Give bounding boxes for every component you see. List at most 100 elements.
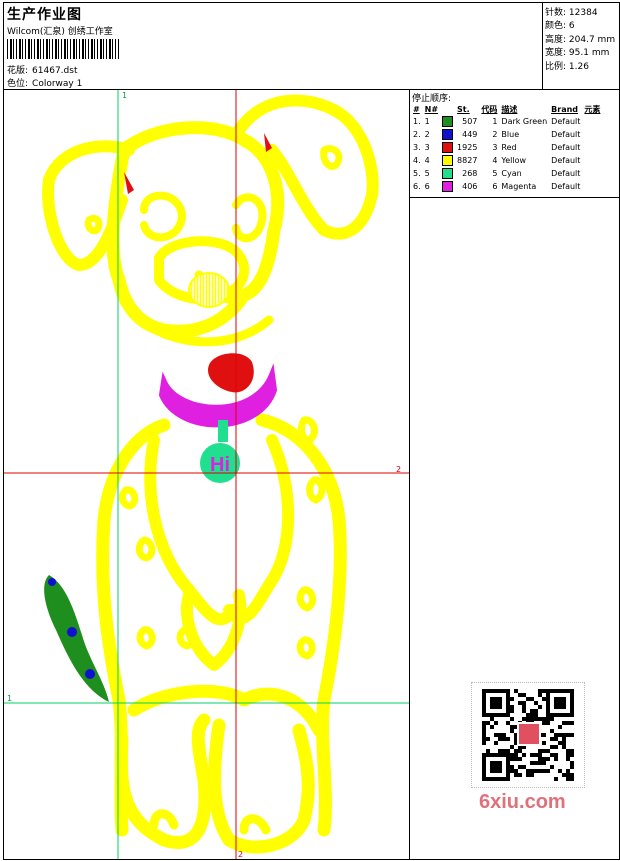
- row-description: Magenta: [501, 182, 537, 191]
- row-element: [582, 154, 602, 167]
- row-code: 3: [492, 143, 498, 152]
- stat-label: 颜色:: [545, 21, 567, 31]
- tail-spot: [85, 669, 95, 679]
- col-header: [440, 103, 455, 115]
- thread-color-swatch: [442, 168, 454, 179]
- row-stitches: 449: [462, 130, 478, 139]
- color-swatch: [440, 167, 455, 180]
- col-header: Brand: [551, 104, 579, 114]
- design-preview: Hi 1 1 2 2: [4, 90, 410, 859]
- tail-spot: [67, 627, 77, 637]
- col-header: 代码: [481, 104, 498, 114]
- stat-value: 95.1 mm: [568, 48, 610, 58]
- col-header: N#: [424, 104, 439, 114]
- row-stitches: 406: [462, 182, 478, 191]
- row-brand: Default: [551, 182, 581, 191]
- table-row: 2. 2 449 2 Blue Default: [411, 128, 602, 141]
- row-stitches: 268: [462, 169, 478, 178]
- stat-label: 比例:: [545, 62, 567, 72]
- thread-color-swatch: [442, 155, 454, 166]
- production-sheet: 生产作业图 Wilcom(汇泉) 创绣工作室 花版: 61467.dst 色位: C…: [3, 2, 620, 860]
- row-needle: 3: [424, 143, 430, 152]
- thread-color-swatch: [442, 181, 454, 192]
- header-info: 生产作业图 Wilcom(汇泉) 创绣工作室 花版: 61467.dst 色位: C…: [4, 3, 543, 89]
- design-file-row: 花版: 61467.dst: [7, 63, 81, 76]
- row-description: Yellow: [501, 156, 527, 165]
- ear-accent: [124, 172, 134, 194]
- row-brand: Default: [551, 169, 581, 178]
- collar-tag: Hi: [200, 420, 240, 483]
- stat-width: 宽度: 95.1 mm: [545, 45, 609, 58]
- row-index: 5.: [413, 169, 421, 178]
- row-element: [582, 115, 602, 128]
- thread-color-swatch: [442, 116, 454, 127]
- row-brand: Default: [551, 156, 581, 165]
- qr-code: [471, 682, 585, 788]
- row-description: Blue: [501, 130, 520, 139]
- row-needle: 4: [424, 156, 430, 165]
- colorway-label: 色位:: [7, 79, 29, 89]
- row-needle: 1: [424, 117, 430, 126]
- row-index: 4.: [413, 156, 421, 165]
- stat-value: 1.26: [568, 62, 589, 72]
- stat-value: 12384: [568, 8, 598, 18]
- row-brand: Default: [551, 117, 581, 126]
- table-row: 4. 4 8827 4 Yellow Default: [411, 154, 602, 167]
- row-brand: Default: [551, 130, 581, 139]
- row-code: 5: [492, 169, 498, 178]
- color-swatch: [440, 128, 455, 141]
- page-title: 生产作业图: [7, 7, 82, 23]
- stop-sequence-panel: 停止顺序: # N# St. 代码 描述 Brand 元素 1. 1 507 1 Dar…: [410, 90, 619, 198]
- table-header-row: # N# St. 代码 描述 Brand 元素: [411, 103, 602, 115]
- embroidery-canvas: Hi 1 1 2 2: [4, 90, 409, 859]
- stat-value: 6: [568, 21, 575, 31]
- row-index: 1.: [413, 117, 421, 126]
- row-code: 6: [492, 182, 498, 191]
- row-index: 2.: [413, 130, 421, 139]
- row-element: [582, 141, 602, 154]
- row-index: 3.: [413, 143, 421, 152]
- col-header: 元素: [584, 104, 601, 114]
- row-code: 1: [492, 117, 498, 126]
- table-row: 5. 5 268 5 Cyan Default: [411, 167, 602, 180]
- colorway-value: Colorway 1: [32, 79, 83, 89]
- row-stitches: 8827: [457, 156, 478, 165]
- watermark: 6xiu.com: [479, 791, 566, 813]
- row-code: 2: [492, 130, 498, 139]
- table-row: 1. 1 507 1 Dark Green Default: [411, 115, 602, 128]
- color-swatch: [440, 180, 455, 193]
- tail-spot: [48, 578, 56, 586]
- row-code: 4: [492, 156, 498, 165]
- col-header: 描述: [501, 104, 518, 114]
- stats-panel: 针数: 12384 颜色: 6 高度: 204.7 mm 宽度: 95.1 mm…: [543, 3, 619, 89]
- design-file-value: 61467.dst: [32, 66, 78, 76]
- row-element: [582, 180, 602, 193]
- tongue: [208, 353, 254, 393]
- row-description: Red: [501, 143, 517, 152]
- row-stitches: 1925: [457, 143, 478, 152]
- row-needle: 2: [424, 130, 430, 139]
- stat-label: 针数:: [545, 8, 567, 18]
- company-name: Wilcom(汇泉) 创绣工作室: [7, 27, 113, 37]
- col-header: #: [413, 104, 420, 114]
- thread-color-swatch: [442, 129, 454, 140]
- stop-sequence-table: # N# St. 代码 描述 Brand 元素 1. 1 507 1 Dark Gree…: [411, 103, 602, 193]
- color-swatch: [440, 141, 455, 154]
- row-description: Cyan: [501, 169, 522, 178]
- guide-label: 2: [396, 465, 401, 474]
- row-brand: Default: [551, 143, 581, 152]
- guide-label: 2: [238, 850, 243, 859]
- row-element: [582, 128, 602, 141]
- sheet-header: 生产作业图 Wilcom(汇泉) 创绣工作室 花版: 61467.dst 色位: C…: [4, 3, 619, 90]
- row-stitches: 507: [462, 117, 478, 126]
- thread-color-swatch: [442, 142, 454, 153]
- color-swatch: [440, 115, 455, 128]
- stat-label: 高度:: [545, 35, 567, 45]
- stat-height: 高度: 204.7 mm: [545, 32, 615, 45]
- barcode: [7, 39, 119, 59]
- stat-label: 宽度:: [545, 48, 567, 58]
- nose: [188, 272, 230, 308]
- row-index: 6.: [413, 182, 421, 191]
- stat-stitches: 针数: 12384: [545, 5, 598, 18]
- design-file-label: 花版:: [7, 66, 29, 76]
